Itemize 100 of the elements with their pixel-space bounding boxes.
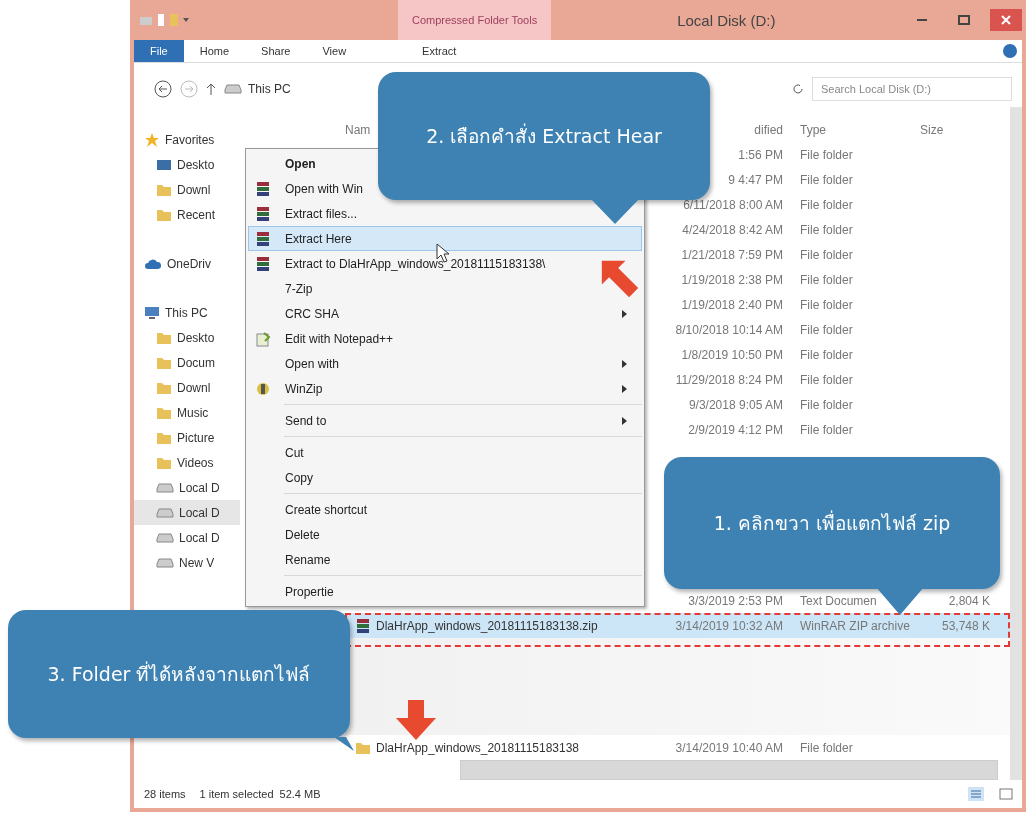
file-name: DlaHrApp_windows_20181115183138 (376, 740, 580, 755)
size-cell: 2,804 K (948, 593, 990, 608)
tiles-view-icon[interactable] (998, 787, 1014, 801)
date-cell: 3/14/2019 10:40 AM (675, 740, 783, 755)
nav-item[interactable]: Videos (134, 450, 240, 475)
drive-icon (156, 557, 174, 568)
type-cell: File folder (800, 740, 853, 755)
menu-item[interactable]: Rename (248, 547, 344, 572)
menu-item[interactable]: Extract to DlaHrApp_windows_20181115183138\ (248, 251, 559, 276)
help-icon[interactable] (1002, 43, 1018, 59)
type-cell: File folder (800, 422, 853, 437)
drive-icon (224, 84, 242, 94)
menu-item[interactable]: CRC SHA (248, 301, 642, 326)
cloud-icon (144, 257, 162, 270)
notepad-icon (255, 330, 271, 347)
menu-item[interactable]: Extract files... (248, 201, 371, 226)
callout-tooltip: 3. Folder ที่ได้หลังจากแตกไฟล์ (8, 610, 350, 738)
maximize-icon (958, 15, 970, 25)
ribbon-tab[interactable]: Share (245, 40, 307, 62)
nav-item[interactable]: This PC (134, 300, 240, 325)
breadcrumb-link[interactable]: This PC (248, 82, 291, 96)
archive-icon (355, 617, 371, 634)
size-cell: 53,748 K (941, 618, 990, 633)
callout-tooltip: 2. เลือกคำสั่ง Extract Hear (378, 72, 710, 200)
menu-item[interactable]: Edit with Notepad++ (248, 326, 407, 351)
menu-item[interactable]: Delete (248, 522, 333, 547)
horizontal-scrollbar[interactable] (460, 760, 998, 780)
type-cell: File folder (800, 397, 853, 412)
type-cell: File folder (800, 272, 853, 287)
nav-item[interactable]: Local D (134, 475, 240, 500)
type-cell: WinRAR ZIP archive (800, 618, 910, 633)
menu-item[interactable]: Open (248, 151, 329, 176)
monitor-icon (156, 157, 172, 172)
type-cell: File folder (800, 222, 853, 237)
nav-item[interactable]: Local D (134, 525, 240, 550)
nav-item[interactable]: Music (134, 400, 240, 425)
nav-item[interactable]: Deskto (134, 152, 240, 177)
nav-item[interactable]: Recent (134, 202, 240, 227)
column-header[interactable]: dified (754, 123, 783, 137)
nav-item[interactable]: Deskto (134, 325, 240, 350)
date-cell: 3/3/2019 2:53 PM (688, 593, 783, 608)
pointer-arrow (600, 259, 640, 299)
type-cell: File folder (800, 372, 853, 387)
date-cell: 2/9/2019 4:12 PM (688, 422, 783, 437)
menu-item[interactable]: Open with (248, 351, 642, 376)
submenu-arrow-icon (622, 309, 627, 318)
menu-item[interactable]: Propertie (248, 579, 347, 604)
menu-item[interactable]: Send to (248, 408, 642, 433)
nav-item[interactable]: Docum (134, 350, 240, 375)
back-icon[interactable] (154, 80, 172, 98)
search-field[interactable]: Search Local Disk (D:) (812, 77, 1012, 101)
menu-item[interactable]: Copy (248, 465, 326, 490)
nav-item[interactable]: Downl (134, 375, 240, 400)
ribbon-tab[interactable]: Home (183, 40, 246, 62)
context-tab-label: Compressed Folder Tools (398, 0, 552, 40)
submenu-arrow-icon (622, 416, 627, 425)
selection-info: 1 item selected (199, 788, 274, 800)
type-cell: File folder (800, 297, 853, 312)
nav-item[interactable]: Local D (134, 500, 240, 525)
close-button[interactable] (990, 9, 1022, 31)
refresh-icon[interactable] (792, 83, 804, 95)
date-cell: 11/29/2018 8:24 PM (675, 372, 783, 387)
ribbon-tab[interactable]: File (134, 40, 184, 62)
date-cell: 6/11/2018 8:00 AM (683, 197, 783, 212)
nav-item[interactable]: Favorites (134, 127, 240, 152)
column-header[interactable]: Type (800, 123, 826, 137)
date-cell: 1:56 PM (738, 147, 783, 162)
menu-item[interactable]: 7-Zip (248, 276, 326, 301)
folder-icon (156, 355, 172, 370)
up-icon[interactable] (206, 82, 216, 96)
date-cell: 4/24/2018 8:42 AM (682, 222, 783, 237)
nav-item[interactable]: Picture (134, 425, 240, 450)
menu-item[interactable]: Cut (248, 440, 317, 465)
callout-tail (876, 587, 924, 615)
date-cell: 9/3/2018 9:05 AM (688, 397, 783, 412)
folder-icon (156, 182, 172, 197)
file-name: DlaHrApp_windows_20181115183138.zip (376, 618, 598, 633)
archive-icon (255, 255, 271, 272)
nav-item[interactable]: New V (134, 550, 240, 575)
type-cell: File folder (800, 322, 853, 337)
folder-icon (156, 330, 172, 345)
menu-item[interactable]: Extract Here (248, 226, 642, 251)
winzip-icon (255, 380, 271, 397)
column-header[interactable]: Nam (345, 123, 371, 137)
column-header[interactable]: Size (920, 123, 944, 137)
ribbon-tab[interactable]: View (306, 40, 363, 62)
date-cell: 1/19/2018 2:40 PM (681, 297, 783, 312)
drive-icon (156, 482, 174, 493)
nav-item[interactable]: OneDriv (134, 251, 240, 276)
callout-tail (334, 737, 354, 751)
ribbon-tab[interactable]: Extract (406, 40, 473, 62)
type-cell: File folder (800, 172, 853, 187)
menu-item[interactable]: Create shortcut (248, 497, 381, 522)
menu-item[interactable]: Open with Win (248, 176, 377, 201)
drive-icon (156, 532, 174, 543)
folder-icon (156, 207, 172, 222)
nav-item[interactable]: Downl (134, 177, 240, 202)
close-icon (1001, 15, 1011, 25)
callout-tooltip: 1. คลิกขวา เพื่อแตกไฟล์ zip (664, 457, 1000, 589)
menu-item[interactable]: WinZip (248, 376, 642, 401)
